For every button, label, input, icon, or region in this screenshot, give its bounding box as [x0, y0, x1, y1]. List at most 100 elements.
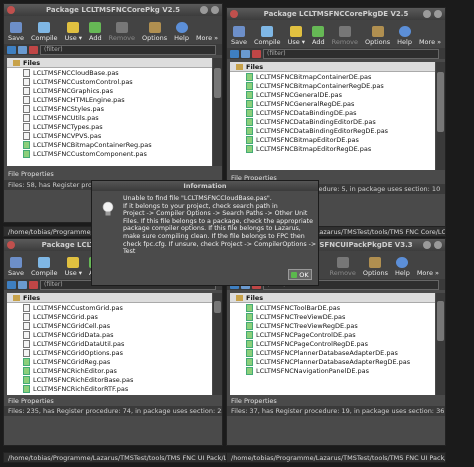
- file-row[interactable]: LCLTMSFNCTreeViewDE.pas: [230, 312, 435, 321]
- file-row[interactable]: LCLTMSFNCGridCell.pas: [7, 321, 212, 330]
- options-button[interactable]: Options: [361, 257, 390, 279]
- remove-button[interactable]: Remove: [328, 257, 358, 279]
- options-button[interactable]: Options: [363, 26, 392, 48]
- more-button[interactable]: More »: [194, 34, 220, 44]
- more-button[interactable]: More »: [417, 38, 443, 48]
- lightning-icon: [67, 22, 80, 33]
- files-node[interactable]: Files: [230, 293, 435, 303]
- scrollbar-thumb[interactable]: [437, 301, 444, 341]
- file-row[interactable]: LCLTMSFNCDataBindingDE.pas: [230, 108, 435, 117]
- options-button[interactable]: Options: [140, 22, 169, 44]
- file-row[interactable]: LCLTMSFNCCustomComponent.pas: [7, 149, 212, 158]
- save-button[interactable]: Save: [229, 26, 249, 48]
- compile-button[interactable]: Compile: [29, 22, 60, 44]
- dependency-icon[interactable]: [252, 49, 261, 58]
- scrollbar[interactable]: [436, 62, 445, 170]
- scrollbar-thumb[interactable]: [214, 301, 221, 313]
- file-row[interactable]: LCLTMSFNCCustomGrid.pas: [7, 303, 212, 312]
- file-row[interactable]: LCLTMSFNCStyles.pas: [7, 104, 212, 113]
- use-button[interactable]: Use ▾: [63, 257, 84, 279]
- information-dialog: Information Unable to find file "LCLTMSF…: [91, 180, 319, 286]
- file-row[interactable]: LCLTMSFNCGraphics.pas: [7, 86, 212, 95]
- file-row[interactable]: LCLTMSFNCGridData.pas: [7, 330, 212, 339]
- file-row[interactable]: LCLTMSFNCRichEditor.pas: [7, 366, 212, 375]
- directory-icon[interactable]: [241, 49, 250, 58]
- file-row[interactable]: LCLTMSFNCBitmapEditorDE.pas: [230, 135, 435, 144]
- minimize-icon[interactable]: [423, 241, 431, 249]
- file-row[interactable]: LCLTMSFNCPlannerDatabaseAdapterRegDE.pas: [230, 357, 435, 366]
- path-bar-bottom-left: /home/tobias/Programme/Lazarus/TMSTest/t…: [3, 452, 243, 463]
- file-row[interactable]: LCLTMSFNCVPVS.pas: [7, 131, 212, 140]
- file-row[interactable]: LCLTMSFNCPageControlRegDE.pas: [230, 339, 435, 348]
- scrollbar-thumb[interactable]: [437, 72, 444, 132]
- file-row[interactable]: LCLTMSFNCGridOptions.pas: [7, 348, 212, 357]
- scrollbar[interactable]: [436, 293, 445, 395]
- save-button[interactable]: Save: [6, 22, 26, 44]
- scrollbar-thumb[interactable]: [214, 68, 221, 98]
- dialog-message-line: Files. If this file belongs to a package…: [123, 217, 313, 225]
- filter-input[interactable]: (filter): [263, 48, 439, 59]
- use-button[interactable]: Use ▾: [63, 22, 84, 44]
- close-icon[interactable]: [7, 241, 15, 249]
- file-row[interactable]: LCLTMSFNCHTMLEngine.pas: [7, 95, 212, 104]
- file-row[interactable]: LCLTMSFNCBitmapContainerReg.pas: [7, 140, 212, 149]
- sort-icon[interactable]: [230, 49, 239, 58]
- remove-button[interactable]: Remove: [330, 26, 360, 48]
- dependency-icon[interactable]: [29, 45, 38, 54]
- files-node[interactable]: Files: [230, 62, 435, 72]
- file-row[interactable]: LCLTMSFNCPlannerDatabaseAdapterDE.pas: [230, 348, 435, 357]
- ok-button[interactable]: OK: [288, 269, 312, 280]
- remove-button[interactable]: Remove: [107, 22, 137, 44]
- file-row[interactable]: LCLTMSFNCRichEditorRTF.pas: [7, 384, 212, 393]
- scrollbar[interactable]: [213, 293, 222, 395]
- file-name: LCLTMSFNCGridReg.pas: [33, 357, 111, 366]
- directory-icon[interactable]: [18, 45, 27, 54]
- use-button[interactable]: Use ▾: [286, 26, 307, 48]
- file-row[interactable]: LCLTMSFNCTreeViewRegDE.pas: [230, 321, 435, 330]
- file-row[interactable]: LCLTMSFNCDataBindingEditorDE.pas: [230, 117, 435, 126]
- file-row[interactable]: LCLTMSFNCUtils.pas: [7, 113, 212, 122]
- help-button[interactable]: Help: [393, 257, 412, 279]
- file-row[interactable]: LCLTMSFNCBitmapContainerDE.pas: [230, 72, 435, 81]
- add-button[interactable]: Add: [87, 22, 104, 44]
- sort-icon[interactable]: [7, 280, 16, 289]
- close-icon[interactable]: [7, 6, 15, 14]
- file-row[interactable]: LCLTMSFNCBitmapEditorRegDE.pas: [230, 144, 435, 153]
- file-row[interactable]: LCLTMSFNCTypes.pas: [7, 122, 212, 131]
- filter-input[interactable]: (filter): [40, 44, 216, 55]
- files-node[interactable]: Files: [7, 58, 212, 68]
- maximize-icon[interactable]: [211, 6, 219, 14]
- maximize-icon[interactable]: [434, 241, 442, 249]
- file-row[interactable]: LCLTMSFNCPageControlDE.pas: [230, 330, 435, 339]
- directory-icon[interactable]: [18, 280, 27, 289]
- file-list: LCLTMSFNCCloudBase.pas LCLTMSFNCCustomCon…: [7, 68, 212, 158]
- file-row[interactable]: LCLTMSFNCCloudBase.pas: [7, 68, 212, 77]
- file-row[interactable]: LCLTMSFNCBitmapContainerRegDE.pas: [230, 81, 435, 90]
- compile-button[interactable]: Compile: [29, 257, 60, 279]
- file-list: LCLTMSFNCCustomGrid.pas LCLTMSFNCGrid.pas…: [7, 303, 212, 393]
- save-button[interactable]: Save: [6, 257, 26, 279]
- file-row[interactable]: LCLTMSFNCRichEditorBase.pas: [7, 375, 212, 384]
- minimize-icon[interactable]: [423, 10, 431, 18]
- file-row[interactable]: LCLTMSFNCGridDataUtil.pas: [7, 339, 212, 348]
- file-row[interactable]: LCLTMSFNCGeneralDE.pas: [230, 90, 435, 99]
- file-row[interactable]: LCLTMSFNCGrid.pas: [7, 312, 212, 321]
- help-button[interactable]: Help: [172, 22, 191, 44]
- file-row[interactable]: LCLTMSFNCCustomControl.pas: [7, 77, 212, 86]
- minimize-icon[interactable]: [200, 6, 208, 14]
- compile-button[interactable]: Compile: [252, 26, 283, 48]
- add-button[interactable]: Add: [310, 26, 327, 48]
- maximize-icon[interactable]: [434, 10, 442, 18]
- file-row[interactable]: LCLTMSFNCGridReg.pas: [7, 357, 212, 366]
- more-button[interactable]: More »: [415, 269, 441, 279]
- sort-icon[interactable]: [7, 45, 16, 54]
- file-row[interactable]: LCLTMSFNCGeneralRegDE.pas: [230, 99, 435, 108]
- file-row[interactable]: LCLTMSFNCDataBindingEditorRegDE.pas: [230, 126, 435, 135]
- help-button[interactable]: Help: [395, 26, 414, 48]
- dependency-icon[interactable]: [29, 280, 38, 289]
- scrollbar[interactable]: [213, 58, 222, 166]
- file-row[interactable]: LCLTMSFNCNavigationPanelDE.pas: [230, 366, 435, 375]
- files-node[interactable]: Files: [7, 293, 212, 303]
- file-row[interactable]: LCLTMSFNCToolBarDE.pas: [230, 303, 435, 312]
- close-icon[interactable]: [230, 10, 238, 18]
